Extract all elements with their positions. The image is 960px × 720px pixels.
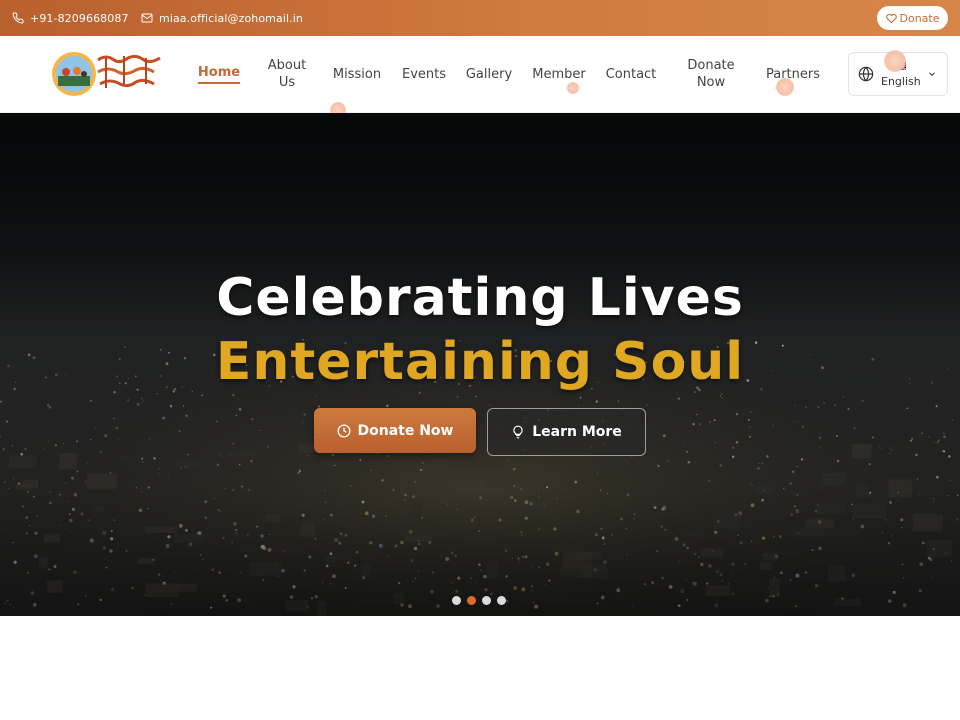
nav-donate-now[interactable]: Donate Now [683,36,739,112]
decorative-bubble [884,50,906,72]
hero-donate-label: Donate Now [357,422,454,439]
carousel-dot[interactable] [482,596,491,605]
site-logo[interactable] [50,50,164,98]
lightbulb-icon [513,425,523,439]
nav-home-label: Home [197,64,241,84]
email-contact[interactable]: miaa.official@zohomail.in [141,0,303,36]
hero-title-line1: Celebrating Lives [216,268,744,328]
hero-title-line2: Entertaining Soul [215,332,745,392]
top-bar: +91-8209668087 miaa.official@zohomail.in… [0,0,960,36]
carousel-dot[interactable] [497,596,506,605]
clock-icon [337,424,350,437]
nav-home[interactable]: Home [193,36,245,112]
carousel-dot[interactable] [452,596,461,605]
hero-learn-more-button[interactable]: Learn More [487,408,646,456]
main-navbar: Home About Us Mission Events Gallery Mem… [0,36,960,118]
hero-carousel: Celebrating Lives Entertaining Soul [0,113,960,616]
carousel-dot[interactable] [467,596,476,605]
chevron-down-icon [929,72,935,76]
phone-contact[interactable]: +91-8209668087 [12,0,129,36]
mail-icon [141,13,153,23]
nav-mission[interactable]: Mission [328,36,386,112]
nav-gallery[interactable]: Gallery [462,36,516,112]
nav-contact[interactable]: Contact [601,36,661,112]
nav-partners[interactable]: Partners [761,36,825,112]
phone-number: +91-8209668087 [30,11,129,25]
heart-icon [885,13,897,23]
top-donate-label: Donate [899,11,940,25]
carousel-indicators [452,596,506,605]
phone-icon [12,12,24,24]
decorative-bubble [776,78,794,96]
nav-member[interactable]: Member [529,36,589,112]
hero-learn-more-label: Learn More [532,424,622,440]
globe-icon [858,66,874,82]
top-donate-button[interactable]: Donate [877,6,948,30]
email-address: miaa.official@zohomail.in [159,11,303,25]
nav-events[interactable]: Events [397,36,451,112]
hero-donate-button[interactable]: Donate Now [314,408,476,453]
language-label: English [881,75,921,88]
nav-about-us[interactable]: About Us [261,36,313,112]
decorative-bubble [567,82,579,94]
